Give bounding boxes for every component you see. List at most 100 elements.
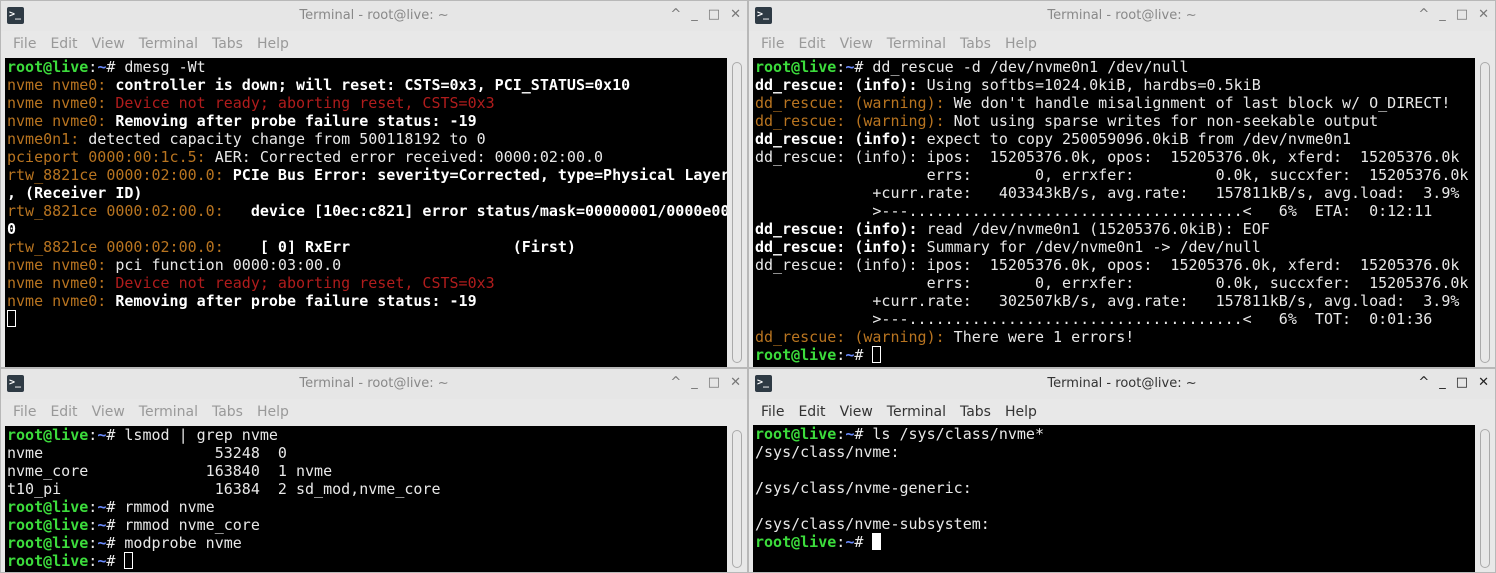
terminal-line: root@live:~# dmesg -Wt [7, 58, 727, 76]
terminal-output[interactable]: root@live:~# dd_rescue -d /dev/nvme0n1 /… [753, 58, 1475, 367]
terminal-line: root@live:~# [755, 346, 1475, 364]
scrollbar[interactable] [727, 58, 747, 367]
menu-help[interactable]: Help [998, 36, 1044, 52]
menu-help[interactable]: Help [250, 404, 296, 420]
terminal-window-ls-sys-class[interactable]: >_ Terminal - root@live: ~ ^ _ □ ✕ File Edit Vie… [748, 368, 1496, 573]
terminal-text: rtw_8821ce 0000:02:00.0: [7, 202, 233, 220]
menu-help[interactable]: Help [250, 36, 296, 52]
title-bar[interactable]: >_ Terminal - root@live: ~ ^ _ □ ✕ [1, 1, 747, 31]
shade-button[interactable]: ^ [670, 7, 681, 22]
terminal-text: rtw_8821ce 0000:02:00.0: [7, 166, 233, 184]
terminal-text: Summary for /dev/nvme0n1 -> /dev/null [917, 238, 1261, 256]
terminal-text: nvme0n1: [7, 130, 89, 148]
terminal-window-lsmod[interactable]: >_ Terminal - root@live: ~ ^ _ □ ✕ File Edit Vie… [0, 368, 748, 573]
title-bar[interactable]: >_ Terminal - root@live: ~ ^ _ □ ✕ [749, 369, 1495, 399]
scrollbar-thumb[interactable] [1480, 429, 1490, 568]
menu-tabs[interactable]: Tabs [953, 36, 998, 52]
terminal-text: root@live [7, 534, 89, 552]
terminal-text: t10_pi 16384 2 sd_mod,nvme_core [7, 480, 441, 498]
terminal-line: dd_rescue: (warning): There were 1 error… [755, 328, 1475, 346]
menu-tabs[interactable]: Tabs [953, 404, 998, 420]
minimize-button[interactable]: _ [691, 7, 698, 22]
minimize-button[interactable]: _ [1439, 375, 1446, 390]
terminal-text: # modprobe nvme [106, 534, 242, 552]
menu-tabs[interactable]: Tabs [205, 36, 250, 52]
minimize-button[interactable]: _ [691, 375, 698, 390]
close-button[interactable]: ✕ [730, 7, 741, 22]
menu-edit[interactable]: Edit [791, 404, 832, 420]
terminal-text: pci function 0000:03:00.0 [115, 256, 342, 274]
terminal-text: Not using sparse writes for non-seekable… [944, 112, 1379, 130]
menu-file[interactable]: File [6, 404, 43, 420]
terminal-window-dd-rescue[interactable]: >_ Terminal - root@live: ~ ^ _ □ ✕ File Edit Vie… [748, 0, 1496, 368]
terminal-line: dd_rescue: (info): Using softbs=1024.0ki… [755, 76, 1475, 94]
menu-view[interactable]: View [85, 404, 132, 420]
terminal-text: dd_rescue: (info): [755, 130, 918, 148]
maximize-button[interactable]: □ [708, 7, 720, 22]
title-bar[interactable]: >_ Terminal - root@live: ~ ^ _ □ ✕ [1, 369, 747, 399]
menu-view[interactable]: View [833, 404, 880, 420]
terminal-text: # dmesg -Wt [106, 58, 206, 76]
title-bar[interactable]: >_ Terminal - root@live: ~ ^ _ □ ✕ [749, 1, 1495, 31]
terminal-text: root@live [755, 346, 837, 364]
menu-edit[interactable]: Edit [43, 404, 84, 420]
menu-help[interactable]: Help [998, 404, 1044, 420]
menu-view[interactable]: View [85, 36, 132, 52]
terminal-line: root@live:~# modprobe nvme [7, 534, 727, 552]
terminal-text: : [88, 534, 98, 552]
terminal-line: , (Receiver ID) [7, 184, 727, 202]
menu-edit[interactable]: Edit [791, 36, 832, 52]
menu-tabs[interactable]: Tabs [205, 404, 250, 420]
terminal-text: : [88, 426, 98, 444]
scrollbar-thumb[interactable] [732, 430, 742, 568]
close-button[interactable]: ✕ [730, 375, 741, 390]
scrollbar[interactable] [1475, 58, 1495, 367]
shade-button[interactable]: ^ [1418, 375, 1429, 390]
terminal-text: read /dev/nvme0n1 (15205376.0kiB): EOF [917, 220, 1270, 238]
terminal-text: : [836, 533, 846, 551]
menu-file[interactable]: File [754, 36, 791, 52]
terminal-line: dd_rescue: (warning): Not using sparse w… [755, 112, 1475, 130]
terminal-text: device [10ec:c821] error status/mask=000… [232, 202, 727, 220]
close-button[interactable]: ✕ [1478, 7, 1489, 22]
terminal-text: controller is down; will reset: CSTS=0x3… [115, 76, 631, 94]
scrollbar-thumb[interactable] [732, 62, 742, 363]
terminal-output[interactable]: root@live:~# ls /sys/class/nvme*/sys/cla… [753, 425, 1475, 572]
terminal-output[interactable]: root@live:~# lsmod | grep nvme nvme 53248… [5, 426, 727, 572]
terminal-text: dd_rescue: (info): [755, 76, 918, 94]
terminal-line: pcieport 0000:00:1c.5: AER: Corrected er… [7, 148, 727, 166]
terminal-text: ~ [845, 425, 855, 443]
menu-edit[interactable]: Edit [43, 36, 84, 52]
terminal-line: errs: 0, errxfer: 0.0k, succxfer: 152053… [755, 274, 1475, 292]
menu-terminal[interactable]: Terminal [132, 36, 205, 52]
terminal-output[interactable]: root@live:~# dmesg -Wt nvme nvme0: contro… [5, 58, 727, 367]
menu-view[interactable]: View [833, 36, 880, 52]
scrollbar[interactable] [1475, 425, 1495, 572]
menu-terminal[interactable]: Terminal [880, 36, 953, 52]
menu-terminal[interactable]: Terminal [132, 404, 205, 420]
minimize-button[interactable]: _ [1439, 7, 1446, 22]
window-title: Terminal - root@live: ~ [1047, 8, 1197, 23]
terminal-line: dd_rescue: (info): expect to copy 250059… [755, 130, 1475, 148]
terminal-text: detected capacity change from 500118192 … [88, 130, 486, 148]
terminal-text: dd_rescue: (info): [755, 220, 918, 238]
maximize-button[interactable]: □ [1456, 375, 1468, 390]
terminal-window-dmesg[interactable]: >_ Terminal - root@live: ~ ^ _ □ ✕ File Edit Vie… [0, 0, 748, 368]
terminal-text: dd_rescue: (info): ipos: 15205376.0k, op… [755, 256, 1460, 274]
close-button[interactable]: ✕ [1478, 375, 1489, 390]
terminal-text: Removing after probe failure status: -19 [115, 292, 477, 310]
scrollbar[interactable] [727, 426, 747, 572]
terminal-text: Removing after probe failure status: -19 [115, 112, 477, 130]
menu-file[interactable]: File [6, 36, 43, 52]
menu-file[interactable]: File [754, 404, 791, 420]
terminal-line: nvme0n1: detected capacity change from 5… [7, 130, 727, 148]
maximize-button[interactable]: □ [1456, 7, 1468, 22]
maximize-button[interactable]: □ [708, 375, 720, 390]
menu-terminal[interactable]: Terminal [880, 404, 953, 420]
terminal-line: +curr.rate: 403343kB/s, avg.rate: 157811… [755, 184, 1475, 202]
shade-button[interactable]: ^ [1418, 7, 1429, 22]
shade-button[interactable]: ^ [670, 375, 681, 390]
window-controls: ^ _ □ ✕ [1418, 375, 1489, 390]
scrollbar-thumb[interactable] [1480, 62, 1490, 363]
